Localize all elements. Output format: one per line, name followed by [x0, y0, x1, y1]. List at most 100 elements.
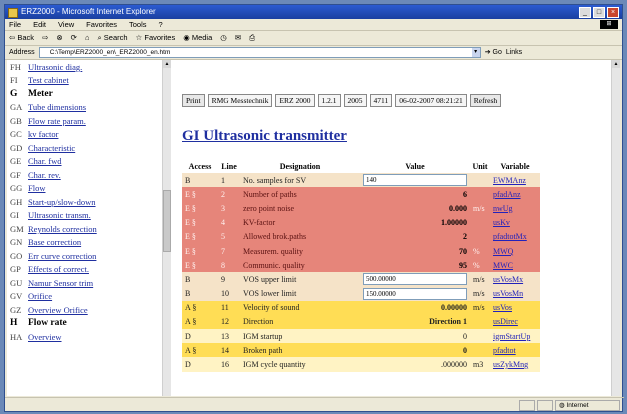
cell-variable-link[interactable]: usVosMn	[490, 286, 540, 301]
address-url: C:\Temp\ERZ2000_en\_ERZ2000_en.htm	[49, 49, 171, 56]
sidebar-item-label[interactable]: Char. rev.	[28, 170, 61, 180]
value-input[interactable]: 140	[363, 174, 467, 187]
go-button[interactable]: ➔ Go	[485, 46, 502, 59]
sidebar-item-label[interactable]: Overview Orifice	[28, 305, 88, 315]
sidebar-item-label[interactable]: Reynolds correction	[28, 224, 97, 234]
minimize-button[interactable]: _	[579, 7, 591, 18]
sidebar-item[interactable]: GB Flow rate param.	[7, 114, 169, 128]
sidebar-item[interactable]: GH Start-up/slow-down	[7, 195, 169, 209]
sidebar-item[interactable]: GO Err curve correction	[7, 249, 169, 263]
sidebar-item[interactable]: GD Characteristic	[7, 141, 169, 155]
sidebar-item[interactable]: FH Ultrasonic diag.	[7, 60, 169, 74]
sidebar-item-label[interactable]: Namur Sensor trim	[28, 278, 93, 288]
sidebar-item-label[interactable]: Ultrasonic diag.	[28, 62, 82, 72]
menu-edit[interactable]: Edit	[33, 19, 46, 30]
sidebar-item-label[interactable]: Flow	[28, 183, 45, 193]
cell-variable-link[interactable]: pfadtotMx	[490, 229, 540, 244]
sidebar-item[interactable]: GU Namur Sensor trim	[7, 276, 169, 290]
favorites-button[interactable]: ☆ Favorites	[136, 31, 176, 45]
sidebar-item[interactable]: GF Char. rev.	[7, 168, 169, 182]
sidebar-item[interactable]: HA Overview	[7, 330, 169, 344]
sidebar-item[interactable]: GA Tube dimensions	[7, 101, 169, 115]
scroll-up-icon[interactable]: ▲	[612, 60, 620, 68]
main-scrollbar[interactable]: ▲	[611, 60, 620, 396]
search-button[interactable]: ⌕ Search	[97, 31, 127, 45]
mail-icon[interactable]: ✉	[235, 31, 241, 45]
scroll-up-icon[interactable]: ▲	[163, 60, 171, 68]
cell-variable-link[interactable]: usZykMng	[490, 357, 540, 372]
sidebar-item[interactable]: GZ Overview Orifice	[7, 303, 169, 317]
cell-variable-link[interactable]: MWQ	[490, 243, 540, 259]
close-button[interactable]: ×	[607, 7, 619, 18]
sidebar-item-label[interactable]: Characteristic	[28, 143, 75, 153]
cell-variable-link[interactable]: pfadtot	[490, 343, 540, 358]
sidebar-item-label[interactable]: Char. fwd	[28, 156, 62, 166]
sidebar-item-label[interactable]: Err curve correction	[28, 251, 96, 261]
cell-variable-link[interactable]: usDirec	[490, 314, 540, 330]
cell-variable-link[interactable]: usKv	[490, 215, 540, 230]
sidebar-item-label[interactable]: Flow rate param.	[28, 116, 86, 126]
cell-variable-link[interactable]: EWMAnz	[490, 173, 540, 188]
sidebar-item-label[interactable]: Start-up/slow-down	[28, 197, 96, 207]
cell-value: 0	[360, 329, 470, 344]
sidebar-item-label[interactable]: Ultrasonic transm.	[28, 210, 91, 220]
refresh-button[interactable]: Refresh	[469, 94, 502, 107]
sidebar-item[interactable]: GM Reynolds correction	[7, 222, 169, 236]
sidebar-item-label[interactable]: kv factor	[28, 129, 58, 139]
sidebar-item[interactable]: FI Test cabinet	[7, 74, 169, 88]
sidebar-item-label[interactable]: Test cabinet	[28, 75, 69, 85]
cell-access: E §	[182, 215, 218, 230]
cell-variable-link[interactable]: usVosMx	[490, 272, 540, 287]
value-input[interactable]: 500.00000	[363, 273, 467, 286]
links-label[interactable]: Links	[506, 46, 522, 59]
sidebar-item-label[interactable]: Overview	[28, 332, 62, 342]
sidebar-scrollbar[interactable]: ▲	[162, 60, 171, 396]
cell-unit	[470, 173, 490, 188]
cell-variable-link[interactable]: pfadAnz	[490, 187, 540, 202]
print-icon[interactable]: ⎙	[249, 31, 255, 45]
sidebar-item[interactable]: GE Char. fwd	[7, 155, 169, 169]
sidebar-item[interactable]: GG Flow	[7, 182, 169, 196]
address-bar: Address C:\Temp\ERZ2000_en\_ERZ2000_en.h…	[5, 46, 622, 60]
sidebar-item[interactable]: GI Ultrasonic transm.	[7, 209, 169, 223]
year-field: 2005	[343, 94, 367, 107]
cell-designation: IGM startup	[240, 329, 360, 344]
history-icon[interactable]: ◷	[220, 31, 227, 45]
menu-tools[interactable]: Tools	[129, 19, 147, 30]
print-button[interactable]: Print	[182, 94, 205, 107]
home-icon[interactable]: ⌂	[85, 31, 90, 45]
sidebar-item-label[interactable]: Orifice	[28, 291, 52, 301]
sidebar-item-label[interactable]: Effects of correct.	[28, 264, 89, 274]
menu-help[interactable]: ?	[159, 19, 163, 30]
page-title[interactable]: GI Ultrasonic transmitter	[182, 128, 347, 145]
cell-variable-link[interactable]: usVos	[490, 300, 540, 315]
sidebar-item[interactable]: GC kv factor	[7, 128, 169, 142]
cell-value: 140	[360, 173, 470, 188]
chevron-down-icon[interactable]: ▾	[471, 48, 480, 57]
cell-variable-link[interactable]: MWC	[490, 258, 540, 273]
forward-icon[interactable]: ⇨	[42, 31, 48, 45]
cell-value: 2	[360, 229, 470, 244]
maximize-button[interactable]: □	[593, 7, 605, 18]
stop-icon[interactable]: ⊗	[56, 31, 62, 45]
value-input[interactable]: 150.00000	[363, 287, 467, 300]
scroll-thumb[interactable]	[163, 190, 171, 252]
cell-access: E §	[182, 258, 218, 273]
back-button[interactable]: ⇦ Back	[9, 31, 34, 45]
media-button[interactable]: ◉ Media	[183, 31, 212, 45]
menu-favorites[interactable]: Favorites	[86, 19, 117, 30]
menu-file[interactable]: File	[9, 19, 21, 30]
sidebar-item[interactable]: GP Effects of correct.	[7, 263, 169, 277]
cell-line: 4	[218, 215, 240, 230]
sidebar-item-label[interactable]: Tube dimensions	[28, 102, 86, 112]
cell-variable-link[interactable]: nwUg	[490, 201, 540, 216]
sidebar-item-label[interactable]: Base correction	[28, 237, 81, 247]
refresh-icon[interactable]: ⟳	[71, 31, 77, 45]
menu-view[interactable]: View	[58, 19, 74, 30]
sidebar-item[interactable]: GV Orifice	[7, 290, 169, 304]
sidebar-item[interactable]: GN Base correction	[7, 236, 169, 250]
address-input[interactable]: C:\Temp\ERZ2000_en\_ERZ2000_en.htm ▾	[38, 47, 481, 58]
cell-variable-link[interactable]: igmStartUp	[490, 329, 540, 344]
col-variable: Variable	[500, 162, 530, 171]
cell-value: 95	[360, 258, 470, 273]
